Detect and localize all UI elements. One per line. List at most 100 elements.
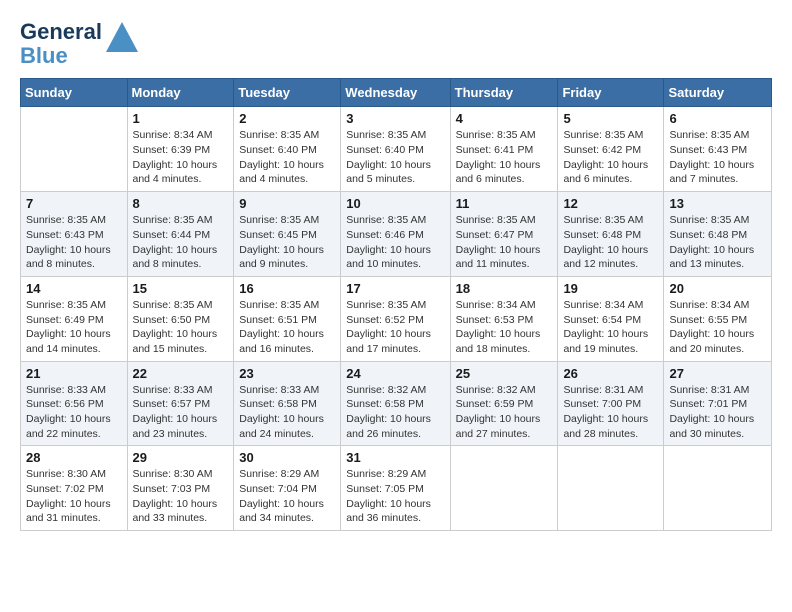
day-number: 9 — [239, 196, 335, 211]
header-thursday: Thursday — [450, 79, 558, 107]
day-number: 24 — [346, 366, 444, 381]
day-info: Sunrise: 8:35 AMSunset: 6:40 PMDaylight:… — [346, 128, 444, 187]
day-info: Sunrise: 8:31 AMSunset: 7:00 PMDaylight:… — [563, 383, 658, 442]
calendar-cell: 8Sunrise: 8:35 AMSunset: 6:44 PMDaylight… — [127, 192, 234, 277]
day-number: 16 — [239, 281, 335, 296]
calendar-cell — [558, 446, 664, 531]
day-number: 5 — [563, 111, 658, 126]
calendar-header-row: SundayMondayTuesdayWednesdayThursdayFrid… — [21, 79, 772, 107]
day-info: Sunrise: 8:31 AMSunset: 7:01 PMDaylight:… — [669, 383, 766, 442]
day-info: Sunrise: 8:35 AMSunset: 6:52 PMDaylight:… — [346, 298, 444, 357]
day-info: Sunrise: 8:35 AMSunset: 6:49 PMDaylight:… — [26, 298, 122, 357]
calendar-cell: 26 Sunrise: 8:31 AMSunset: 7:00 PMDayligh… — [558, 361, 664, 446]
day-info: Sunrise: 8:29 AMSunset: 7:04 PMDaylight:… — [239, 467, 335, 526]
calendar-table: SundayMondayTuesdayWednesdayThursdayFrid… — [20, 78, 772, 531]
calendar-cell: 4 Sunrise: 8:35 AMSunset: 6:41 PMDaylight… — [450, 107, 558, 192]
calendar-cell: 25 Sunrise: 8:32 AMSunset: 6:59 PMDayligh… — [450, 361, 558, 446]
day-number: 15 — [133, 281, 229, 296]
day-info: Sunrise: 8:33 AMSunset: 6:58 PMDaylight:… — [239, 383, 335, 442]
day-info: Sunrise: 8:32 AMSunset: 6:59 PMDaylight:… — [456, 383, 553, 442]
day-number: 3 — [346, 111, 444, 126]
day-info: Sunrise: 8:33 AMSunset: 6:56 PMDaylight:… — [26, 383, 122, 442]
day-info: Sunrise: 8:35 AMSunset: 6:43 PMDaylight:… — [26, 213, 122, 272]
calendar-week-1: 1 Sunrise: 8:34 AMSunset: 6:39 PMDaylight… — [21, 107, 772, 192]
day-number: 21 — [26, 366, 122, 381]
calendar-cell: 5 Sunrise: 8:35 AMSunset: 6:42 PMDaylight… — [558, 107, 664, 192]
day-info: Sunrise: 8:35 AMSunset: 6:50 PMDaylight:… — [133, 298, 229, 357]
logo-text: General Blue — [20, 20, 102, 68]
day-number: 18 — [456, 281, 553, 296]
header-tuesday: Tuesday — [234, 79, 341, 107]
day-number: 12 — [563, 196, 658, 211]
calendar-cell: 3 Sunrise: 8:35 AMSunset: 6:40 PMDaylight… — [341, 107, 450, 192]
day-number: 8 — [133, 196, 229, 211]
calendar-week-5: 28Sunrise: 8:30 AMSunset: 7:02 PMDayligh… — [21, 446, 772, 531]
calendar-cell: 30 Sunrise: 8:29 AMSunset: 7:04 PMDayligh… — [234, 446, 341, 531]
calendar-cell: 13 Sunrise: 8:35 AMSunset: 6:48 PMDayligh… — [664, 192, 772, 277]
calendar-week-2: 7 Sunrise: 8:35 AMSunset: 6:43 PMDaylight… — [21, 192, 772, 277]
day-info: Sunrise: 8:30 AMSunset: 7:03 PMDaylight:… — [133, 467, 229, 526]
calendar-cell: 12 Sunrise: 8:35 AMSunset: 6:48 PMDayligh… — [558, 192, 664, 277]
day-number: 17 — [346, 281, 444, 296]
calendar-cell: 17 Sunrise: 8:35 AMSunset: 6:52 PMDayligh… — [341, 276, 450, 361]
calendar-cell: 27 Sunrise: 8:31 AMSunset: 7:01 PMDayligh… — [664, 361, 772, 446]
day-number: 23 — [239, 366, 335, 381]
calendar-cell: 7 Sunrise: 8:35 AMSunset: 6:43 PMDaylight… — [21, 192, 128, 277]
calendar-cell: 2 Sunrise: 8:35 AMSunset: 6:40 PMDaylight… — [234, 107, 341, 192]
day-number: 11 — [456, 196, 553, 211]
header-saturday: Saturday — [664, 79, 772, 107]
day-number: 6 — [669, 111, 766, 126]
calendar-cell — [664, 446, 772, 531]
calendar-cell — [21, 107, 128, 192]
day-info: Sunrise: 8:35 AMSunset: 6:40 PMDaylight:… — [239, 128, 335, 187]
calendar-cell: 31 Sunrise: 8:29 AMSunset: 7:05 PMDayligh… — [341, 446, 450, 531]
day-number: 7 — [26, 196, 122, 211]
day-number: 19 — [563, 281, 658, 296]
day-number: 30 — [239, 450, 335, 465]
day-number: 4 — [456, 111, 553, 126]
day-info: Sunrise: 8:35 AMSunset: 6:45 PMDaylight:… — [239, 213, 335, 272]
day-info: Sunrise: 8:35 AMSunset: 6:41 PMDaylight:… — [456, 128, 553, 187]
day-number: 26 — [563, 366, 658, 381]
calendar-cell: 10 Sunrise: 8:35 AMSunset: 6:46 PMDayligh… — [341, 192, 450, 277]
day-info: Sunrise: 8:32 AMSunset: 6:58 PMDaylight:… — [346, 383, 444, 442]
calendar-cell: 18 Sunrise: 8:34 AMSunset: 6:53 PMDayligh… — [450, 276, 558, 361]
day-info: Sunrise: 8:35 AMSunset: 6:42 PMDaylight:… — [563, 128, 658, 187]
day-info: Sunrise: 8:35 AMSunset: 6:46 PMDaylight:… — [346, 213, 444, 272]
day-number: 27 — [669, 366, 766, 381]
day-number: 13 — [669, 196, 766, 211]
day-info: Sunrise: 8:34 AMSunset: 6:53 PMDaylight:… — [456, 298, 553, 357]
page-header: General Blue — [20, 20, 772, 68]
day-info: Sunrise: 8:33 AMSunset: 6:57 PMDaylight:… — [133, 383, 229, 442]
day-number: 22 — [133, 366, 229, 381]
header-wednesday: Wednesday — [341, 79, 450, 107]
calendar-cell: 28Sunrise: 8:30 AMSunset: 7:02 PMDayligh… — [21, 446, 128, 531]
header-sunday: Sunday — [21, 79, 128, 107]
day-info: Sunrise: 8:29 AMSunset: 7:05 PMDaylight:… — [346, 467, 444, 526]
day-info: Sunrise: 8:30 AMSunset: 7:02 PMDaylight:… — [26, 467, 122, 526]
day-number: 2 — [239, 111, 335, 126]
day-number: 10 — [346, 196, 444, 211]
header-monday: Monday — [127, 79, 234, 107]
day-number: 1 — [133, 111, 229, 126]
calendar-cell: 22 Sunrise: 8:33 AMSunset: 6:57 PMDayligh… — [127, 361, 234, 446]
calendar-cell: 20 Sunrise: 8:34 AMSunset: 6:55 PMDayligh… — [664, 276, 772, 361]
calendar-week-3: 14 Sunrise: 8:35 AMSunset: 6:49 PMDayligh… — [21, 276, 772, 361]
day-number: 31 — [346, 450, 444, 465]
day-info: Sunrise: 8:35 AMSunset: 6:47 PMDaylight:… — [456, 213, 553, 272]
calendar-cell: 9 Sunrise: 8:35 AMSunset: 6:45 PMDaylight… — [234, 192, 341, 277]
header-friday: Friday — [558, 79, 664, 107]
day-number: 20 — [669, 281, 766, 296]
day-number: 29 — [133, 450, 229, 465]
calendar-cell: 21 Sunrise: 8:33 AMSunset: 6:56 PMDayligh… — [21, 361, 128, 446]
calendar-cell: 14 Sunrise: 8:35 AMSunset: 6:49 PMDayligh… — [21, 276, 128, 361]
day-info: Sunrise: 8:34 AMSunset: 6:39 PMDaylight:… — [133, 128, 229, 187]
day-number: 25 — [456, 366, 553, 381]
day-info: Sunrise: 8:35 AMSunset: 6:48 PMDaylight:… — [669, 213, 766, 272]
day-info: Sunrise: 8:34 AMSunset: 6:55 PMDaylight:… — [669, 298, 766, 357]
calendar-cell: 11 Sunrise: 8:35 AMSunset: 6:47 PMDayligh… — [450, 192, 558, 277]
day-number: 14 — [26, 281, 122, 296]
calendar-cell: 16Sunrise: 8:35 AMSunset: 6:51 PMDayligh… — [234, 276, 341, 361]
calendar-cell: 24 Sunrise: 8:32 AMSunset: 6:58 PMDayligh… — [341, 361, 450, 446]
day-info: Sunrise: 8:35 AMSunset: 6:48 PMDaylight:… — [563, 213, 658, 272]
